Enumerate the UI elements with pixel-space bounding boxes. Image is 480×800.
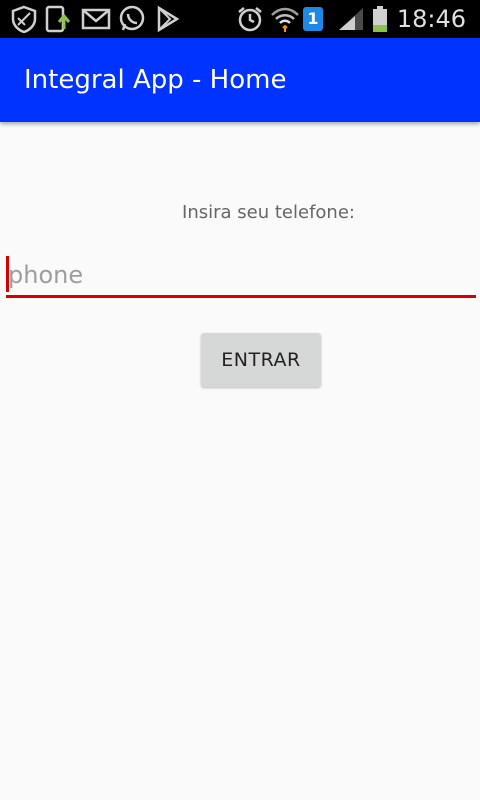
wifi-icon (270, 5, 300, 33)
sim-1-icon: 1 (301, 5, 325, 33)
status-time: 18:46 (396, 5, 466, 33)
status-bar: 1 18:46 (0, 0, 480, 38)
play-store-icon (154, 5, 182, 33)
enter-button[interactable]: ENTRAR (201, 333, 321, 387)
sim-number: 1 (303, 7, 323, 31)
shield-icon (10, 5, 38, 33)
download-icon (44, 5, 74, 33)
app-title: Integral App - Home (24, 65, 287, 95)
alarm-icon (236, 5, 264, 33)
signal-icon (336, 5, 366, 33)
whatsapp-icon (117, 5, 147, 33)
battery-icon (370, 5, 390, 33)
gmail-icon (81, 5, 111, 33)
text-cursor (6, 256, 9, 292)
app-bar: Integral App - Home (0, 38, 480, 122)
phone-input[interactable] (6, 255, 476, 298)
phone-label: Insira seu telefone: (182, 202, 355, 223)
